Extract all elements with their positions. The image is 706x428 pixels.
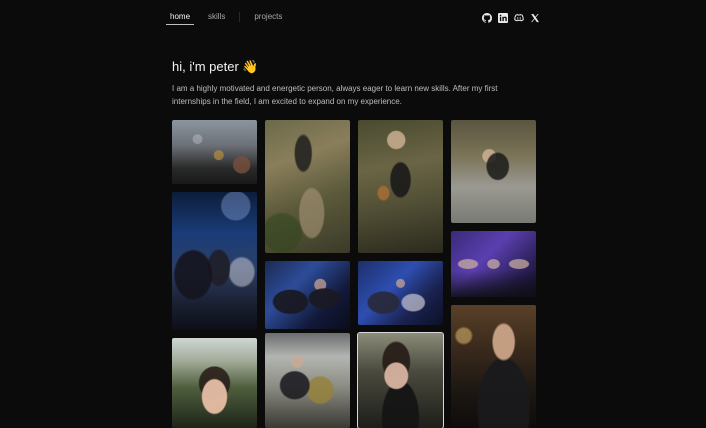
nav-divider: [239, 11, 241, 22]
github-icon[interactable]: [482, 13, 492, 23]
photo-event-blue-lights-1[interactable]: [265, 261, 350, 329]
nav-skills[interactable]: skills: [204, 8, 229, 25]
page-title: hi, i'm peter 👋: [172, 59, 259, 74]
intro: hi, i'm peter 👋 I am a highly motivated …: [172, 58, 536, 116]
photo-selfie-outdoor[interactable]: [172, 338, 257, 428]
photo-event-blue-lights-2[interactable]: [358, 261, 443, 325]
nav-home[interactable]: home: [166, 8, 195, 25]
photo-expert-event[interactable]: [172, 192, 257, 330]
photo-portrait-dark-jacket[interactable]: [451, 305, 536, 428]
photo-climber-from-above-1[interactable]: [265, 120, 350, 253]
x-icon[interactable]: [530, 13, 540, 23]
photo-climber-on-rock[interactable]: [451, 120, 536, 223]
bio-text: I am a highly motivated and energetic pe…: [172, 84, 498, 106]
linkedin-icon[interactable]: [498, 13, 508, 23]
nav-projects[interactable]: projects: [250, 8, 286, 25]
photo-friends-purple-lights[interactable]: [451, 231, 536, 297]
main-nav: home skills projects: [166, 8, 296, 25]
top-bar: home skills projects: [166, 8, 540, 28]
photo-portrait-night[interactable]: [357, 332, 444, 428]
photo-climber-from-above-2[interactable]: [358, 120, 443, 253]
photo-climbing-wall[interactable]: [172, 120, 257, 184]
social-links: [482, 13, 540, 23]
discord-icon[interactable]: [514, 13, 524, 23]
photo-mirror-selfie[interactable]: [265, 333, 350, 428]
